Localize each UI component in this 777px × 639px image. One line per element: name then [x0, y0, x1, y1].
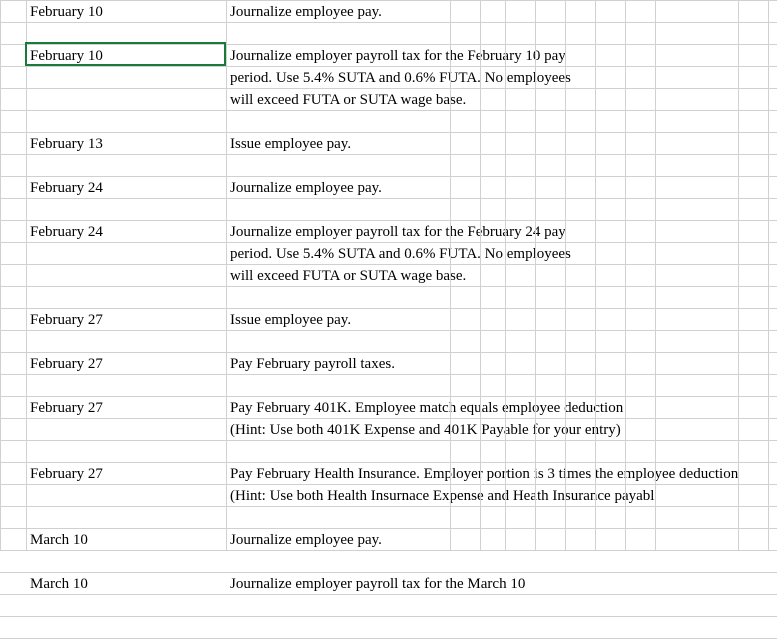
date-cell[interactable]: March 10	[26, 573, 221, 596]
gridline-vertical	[625, 0, 626, 550]
gridline-vertical	[505, 0, 506, 550]
gridline-horizontal	[0, 462, 777, 463]
description-cell[interactable]: Journalize employer payroll tax for the …	[226, 573, 756, 596]
gridline-vertical	[738, 0, 739, 550]
description-cell[interactable]: Journalize employer payroll tax for the …	[226, 45, 756, 68]
description-cell[interactable]: Pay February 401K. Employee match equals…	[226, 397, 756, 420]
date-cell[interactable]: February 10	[26, 1, 221, 24]
gridline-horizontal	[0, 330, 777, 331]
gridline-horizontal	[0, 308, 777, 309]
gridline-horizontal	[0, 550, 777, 551]
description-cell[interactable]: will exceed FUTA or SUTA wage base.	[226, 89, 756, 112]
gridline-horizontal	[0, 176, 777, 177]
gridline-vertical	[0, 0, 1, 550]
gridline-horizontal	[0, 220, 777, 221]
description-cell[interactable]: Issue employee pay.	[226, 133, 756, 156]
description-cell[interactable]: Journalize employee pay.	[226, 529, 756, 552]
gridline-vertical	[768, 0, 769, 550]
date-cell[interactable]: February 24	[26, 177, 221, 200]
gridline-horizontal	[0, 22, 777, 23]
gridline-vertical	[26, 0, 27, 550]
gridline-horizontal	[0, 440, 777, 441]
description-cell[interactable]: will exceed FUTA or SUTA wage base.	[226, 265, 756, 288]
gridline-horizontal	[0, 0, 777, 1]
gridline-horizontal	[0, 396, 777, 397]
gridline-vertical	[565, 0, 566, 550]
description-cell[interactable]: Pay February Health Insurance. Employer …	[226, 463, 756, 486]
description-cell[interactable]: period. Use 5.4% SUTA and 0.6% FUTA. No …	[226, 243, 756, 266]
gridline-vertical	[226, 0, 227, 550]
description-cell[interactable]: Journalize employer payroll tax for the …	[226, 221, 756, 244]
description-cell[interactable]: Journalize employee pay.	[226, 1, 756, 24]
gridline-horizontal	[0, 616, 777, 617]
gridline-horizontal	[0, 506, 777, 507]
gridline-horizontal	[0, 264, 777, 265]
gridline-horizontal	[0, 198, 777, 199]
date-cell[interactable]: February 24	[26, 221, 221, 244]
date-cell[interactable]: February 27	[26, 309, 221, 332]
gridline-vertical	[480, 0, 481, 550]
gridline-horizontal	[0, 154, 777, 155]
gridline-horizontal	[0, 528, 777, 529]
gridline-vertical	[535, 0, 536, 550]
date-cell[interactable]: February 13	[26, 133, 221, 156]
gridline-horizontal	[0, 352, 777, 353]
gridline-vertical	[450, 0, 451, 550]
gridline-horizontal	[0, 484, 777, 485]
gridline-horizontal	[0, 374, 777, 375]
gridline-horizontal	[0, 88, 777, 89]
gridline-horizontal	[0, 66, 777, 67]
description-cell[interactable]: Issue employee pay.	[226, 309, 756, 332]
description-cell[interactable]: (Hint: Use both 401K Expense and 401K Pa…	[226, 419, 756, 442]
date-cell[interactable]: February 27	[26, 463, 221, 486]
spreadsheet-grid[interactable]: February 10Journalize employee pay.Febru…	[0, 0, 777, 550]
date-cell[interactable]: February 27	[26, 397, 221, 420]
description-cell[interactable]: Journalize employee pay.	[226, 177, 756, 200]
date-cell[interactable]: March 10	[26, 529, 221, 552]
gridline-horizontal	[0, 132, 777, 133]
gridline-horizontal	[0, 594, 777, 595]
gridline-vertical	[595, 0, 596, 550]
gridline-horizontal	[0, 572, 777, 573]
gridline-horizontal	[0, 110, 777, 111]
date-cell[interactable]: February 27	[26, 353, 221, 376]
description-cell[interactable]: Pay February payroll taxes.	[226, 353, 756, 376]
gridline-horizontal	[0, 44, 777, 45]
date-cell[interactable]: February 10	[26, 45, 221, 68]
gridline-horizontal	[0, 286, 777, 287]
gridline-horizontal	[0, 418, 777, 419]
gridline-horizontal	[0, 242, 777, 243]
description-cell[interactable]: period. Use 5.4% SUTA and 0.6% FUTA. No …	[226, 67, 756, 90]
description-cell[interactable]: (Hint: Use both Health Insurnace Expense…	[226, 485, 756, 508]
gridline-vertical	[655, 0, 656, 550]
